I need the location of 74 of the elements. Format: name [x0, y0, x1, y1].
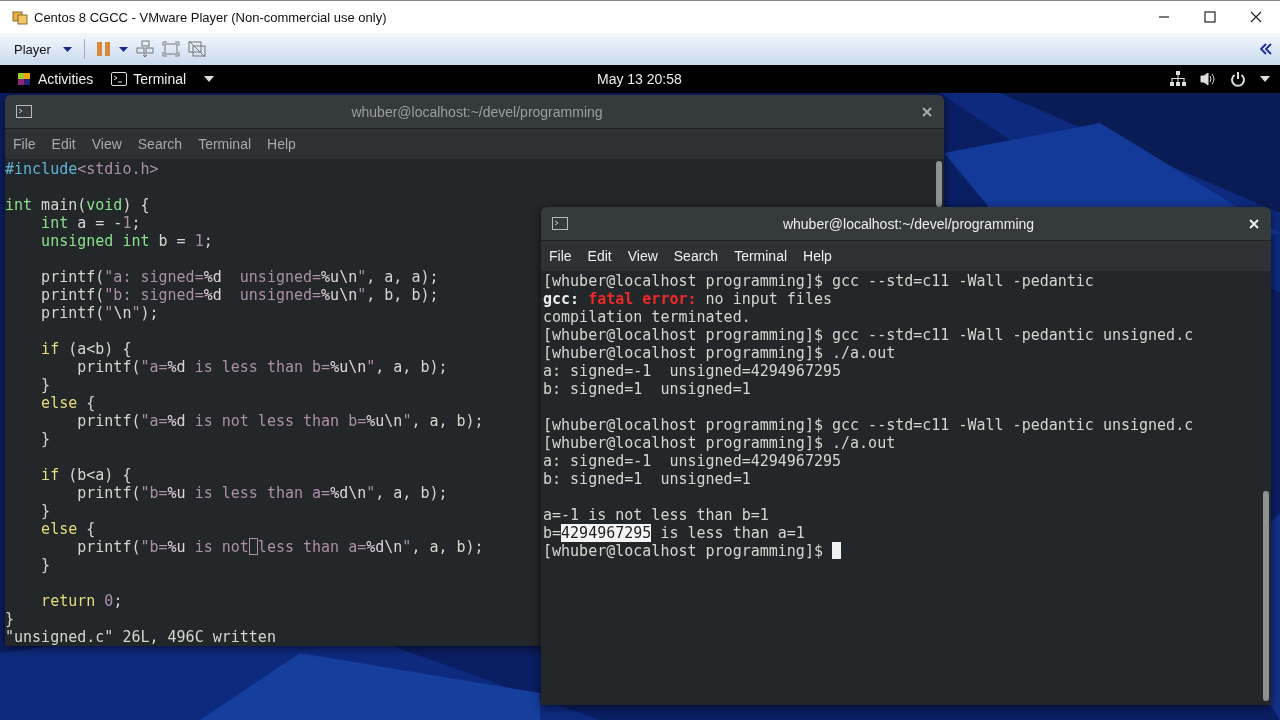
terminal-line: printf("a=%d is not less than b=%u\n", a, b); — [76, 412, 484, 430]
menu-item[interactable]: Edit — [579, 248, 620, 264]
terminal-line: b: signed=1 unsigned=1 — [543, 380, 751, 398]
scrollbar-thumb[interactable] — [936, 161, 942, 207]
terminal-line: } — [5, 610, 15, 628]
terminal-line: return 0; — [40, 592, 123, 610]
player-menu-button[interactable]: Player — [6, 41, 55, 57]
terminal-line: printf("\n"); — [40, 304, 159, 322]
terminal-line: } — [40, 556, 51, 574]
terminal-line: } — [40, 502, 51, 520]
caret-icon[interactable] — [118, 46, 128, 52]
terminal-line: compilation terminated. — [543, 308, 751, 326]
logo-icon — [16, 71, 32, 87]
menu-item[interactable]: Search — [129, 136, 191, 152]
menu-item[interactable]: View — [619, 248, 666, 264]
activities-button[interactable]: Activities — [38, 71, 106, 87]
scrollbar-thumb[interactable] — [1263, 491, 1269, 701]
network-icon[interactable] — [1170, 71, 1186, 87]
terminal-line: else { — [40, 394, 96, 412]
terminal-line: a: signed=-1 unsigned=4294967295 — [543, 452, 841, 470]
terminal-line: [whuber@localhost programming]$ ./a.out — [543, 344, 896, 362]
menu-item[interactable]: File — [541, 248, 580, 264]
terminal-line: #include<stdio.h> — [5, 160, 159, 178]
terminal-line: } — [40, 430, 51, 448]
terminal-line: unsigned int b = 1; — [40, 232, 213, 250]
terminal-line: "unsigned.c" 26L, 496C written — [5, 628, 276, 646]
close-icon[interactable] — [1250, 11, 1262, 23]
unity-mode-icon[interactable] — [187, 40, 206, 58]
terminal-line: printf("b=%u is not less than a=%d\n", a, b); — [76, 538, 484, 556]
app-icon — [12, 9, 28, 25]
menu-item[interactable]: Search — [665, 248, 727, 264]
caret-icon[interactable] — [204, 76, 215, 82]
terminal-line: printf("b=%u is less than a=%d\n", a, b); — [76, 484, 448, 502]
terminal-line: if (a<b) { — [40, 340, 132, 358]
menu-item[interactable]: View — [83, 136, 130, 152]
terminal-line: else { — [40, 520, 96, 538]
terminal-line: [whuber@localhost programming]$ gcc --std=c11 -Wall -pedantic unsigned.c — [543, 416, 1194, 434]
terminal-line: gcc: fatal error: no input files — [543, 290, 832, 308]
terminal-line: printf("a: signed=%d unsigned=%u\n", a, a); — [40, 268, 439, 286]
caret-icon[interactable] — [62, 46, 72, 52]
fullscreen-icon[interactable] — [161, 41, 180, 57]
network-devices-icon[interactable] — [135, 40, 154, 58]
terminal-line: int a = -1; — [40, 214, 141, 232]
menu-item[interactable]: Help — [259, 136, 304, 152]
menu-item[interactable]: Help — [795, 248, 840, 264]
terminal-line: [whuber@localhost programming]$ ./a.out — [543, 434, 896, 452]
menu-item[interactable]: Edit — [43, 136, 84, 152]
terminal-line: a=-1 is not less than b=1 — [543, 506, 769, 524]
volume-icon[interactable] — [1200, 71, 1216, 87]
app-menu-button[interactable]: Terminal — [133, 71, 199, 87]
menu-item[interactable]: File — [5, 136, 44, 152]
terminal-line: b: signed=1 unsigned=1 — [543, 470, 751, 488]
terminal-icon — [111, 72, 128, 86]
maximize-icon[interactable] — [1204, 11, 1216, 23]
caret-icon[interactable] — [1260, 76, 1270, 82]
terminal-title: whuber@localhost:~/devel/programming — [781, 215, 1036, 232]
clock[interactable]: May 13 20:58 — [597, 71, 682, 87]
window-title: Centos 8 CGCC - VMware Player (Non-commercial use only) — [34, 9, 387, 25]
terminal-line: if (b<a) { — [40, 466, 132, 484]
terminal-icon — [552, 217, 568, 230]
double-chevron-icon[interactable] — [1260, 43, 1272, 55]
menu-item[interactable]: Terminal — [190, 136, 260, 152]
terminal-line: printf("a=%d is less than b=%u\n", a, b); — [76, 358, 448, 376]
terminal-line: } — [40, 376, 51, 394]
power-icon[interactable] — [1230, 71, 1246, 87]
terminal-line: [whuber@localhost programming]$ gcc --std=c11 -Wall -pedantic — [543, 272, 1094, 290]
terminal-icon — [16, 105, 32, 118]
terminal-line: int main(void) { — [5, 196, 150, 214]
terminal-title: whuber@localhost:~/devel/programming — [350, 103, 604, 120]
terminal-line: [whuber@localhost programming]$ gcc --std=c11 -Wall -pedantic unsigned.c — [543, 326, 1194, 344]
terminal-line: [whuber@localhost programming]$ — [543, 542, 841, 560]
terminal-line: a: signed=-1 unsigned=4294967295 — [543, 362, 841, 380]
terminal-line: printf("b: signed=%d unsigned=%u\n", b, b); — [40, 286, 439, 304]
menu-item[interactable]: Terminal — [726, 248, 796, 264]
